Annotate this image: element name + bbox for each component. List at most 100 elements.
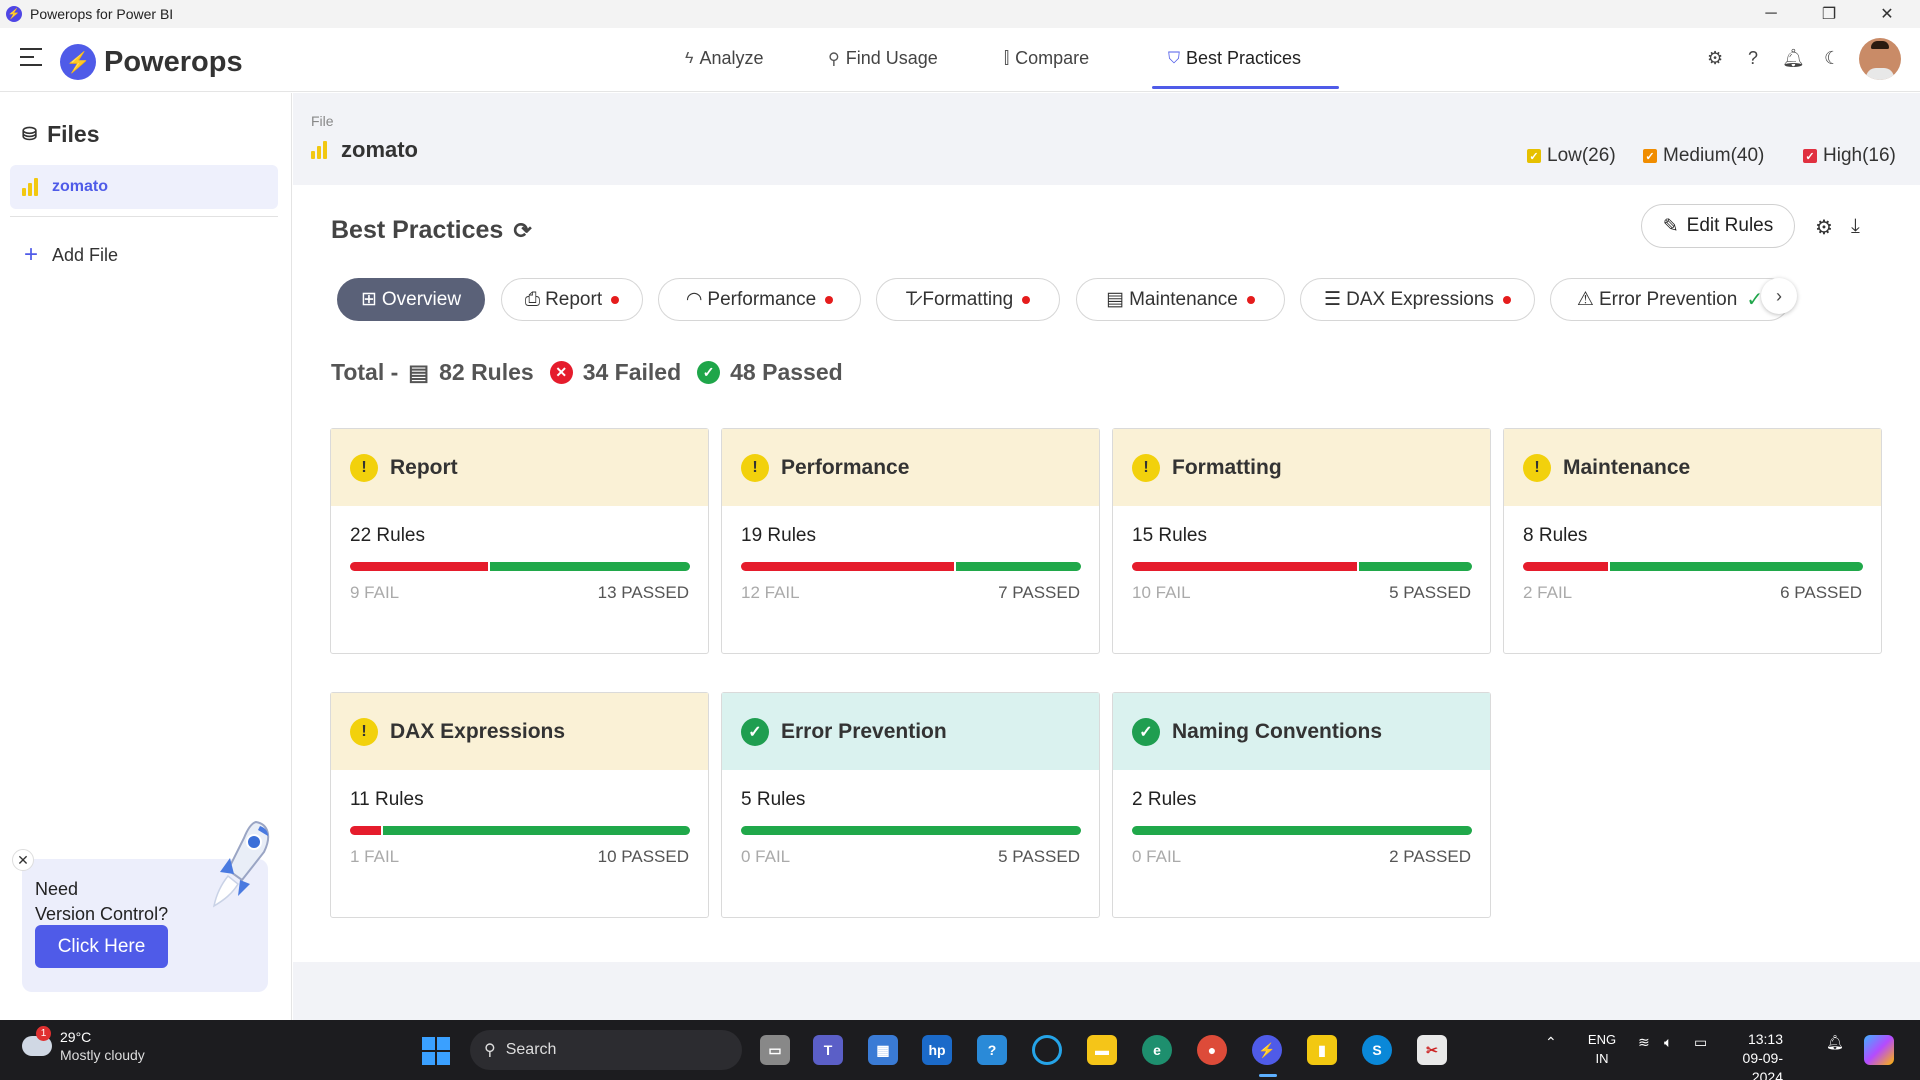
moon-icon[interactable]: ☾ [1824,48,1840,69]
card-rules-count: 22 Rules [350,525,425,546]
chrome-icon[interactable]: ● [1197,1035,1227,1065]
chevron-up-icon[interactable]: ⌃ [1545,1034,1557,1051]
plus-icon: + [24,241,39,268]
powerops-logo-icon: ⚡ [60,44,96,80]
pass-segment [1359,562,1472,571]
progress-bar [741,562,1081,571]
tabs-scroll-right-button[interactable]: › [1761,278,1797,314]
windows-start-icon[interactable] [422,1037,450,1065]
card-header: ✓ Error Prevention [722,693,1099,770]
snipping-tool-icon[interactable]: ✂ [1417,1035,1447,1065]
file-name-label: zomato [341,137,418,162]
tab-formatting[interactable]: T̷ Formatting [876,278,1060,321]
settings-icon[interactable]: ⚙ [1815,215,1833,240]
hamburger-menu-icon[interactable] [20,48,42,66]
tab-error-prevention-label: Error Prevention [1598,288,1738,310]
window-title: Powerops for Power BI [30,6,174,22]
close-window-button[interactable]: ✕ [1864,0,1910,28]
fail-dot-icon [611,295,620,304]
edge-icon[interactable]: e [1142,1035,1172,1065]
powerbi-icon[interactable]: ▮ [1307,1035,1337,1065]
powerops-taskbar-icon[interactable]: ⚡ [1252,1035,1282,1065]
tab-dax-expressions[interactable]: ☰ DAX Expressions [1300,278,1535,321]
file-item-label: zomato [52,178,108,195]
nav-find-usage-label: Find Usage [845,48,938,68]
warning-icon: ⚠ [1576,289,1594,310]
help-app-icon[interactable]: ? [977,1035,1007,1065]
teams-icon[interactable]: T [813,1035,843,1065]
card-header: ! DAX Expressions [331,693,708,770]
nav-find-usage[interactable]: ⚲ Find Usage [828,48,938,69]
download-icon[interactable]: ⤓ [1851,215,1860,238]
nav-best-practices[interactable]: ⛉ Best Practices [1168,48,1301,69]
edit-rules-label: Edit Rules [1686,215,1774,236]
restore-button[interactable]: ❐ [1806,0,1852,28]
fail-count: 12 FAIL [741,583,800,602]
click-here-button[interactable]: Click Here [35,925,168,968]
store-icon[interactable]: ▦ [868,1035,898,1065]
category-tabs: ⊞ Overview ⎙ Report ◠ Performance T̷ For… [337,278,1827,328]
volume-icon[interactable]: 🔈︎ [1664,1034,1672,1051]
sliders-icon[interactable]: ⚙ [1707,48,1723,69]
taskbar-search-label: Search [505,1041,557,1058]
category-card-naming-conventions[interactable]: ✓ Naming Conventions 2 Rules 0 FAIL 2 PA… [1112,692,1491,918]
add-file-button[interactable]: + Add File [24,241,118,269]
compare-icon: ⫿ [1004,49,1010,67]
pass-count: 10 PASSED [597,847,689,866]
tab-error-prevention[interactable]: ⚠ Error Prevention ✓ [1550,278,1790,321]
category-card-performance[interactable]: ! Performance 19 Rules 12 FAIL 7 PASSED [721,428,1100,654]
help-icon[interactable]: ? [1748,48,1758,69]
weather-widget[interactable]: 1 29°C Mostly cloudy [22,1026,145,1064]
system-clock[interactable]: 13:13 09-09-2024 [1735,1030,1783,1080]
fail-dot-icon [825,295,834,304]
card-rules-count: 8 Rules [1523,525,1588,546]
notifications-bell-icon[interactable]: 🔔︎ [1826,1034,1844,1051]
cortana-icon[interactable] [1032,1035,1062,1065]
legend-low[interactable]: ✓ Low(26) [1527,145,1616,167]
nav-compare[interactable]: ⫿ Compare [1004,48,1089,69]
refresh-icon[interactable]: ⟳ [513,218,531,244]
category-card-error-prevention[interactable]: ✓ Error Prevention 5 Rules 0 FAIL 5 PASS… [721,692,1100,918]
user-avatar[interactable] [1859,38,1901,80]
copilot-icon[interactable] [1864,1035,1894,1065]
legend-medium-label: Medium(40) [1663,145,1765,166]
totals-prefix: Total - [331,359,399,385]
wifi-icon[interactable]: ≋ [1638,1034,1650,1051]
file-explorer-icon[interactable]: ▬ [1087,1035,1117,1065]
tab-performance[interactable]: ◠ Performance [658,278,861,321]
nav-analyze[interactable]: ϟ Analyze [685,48,764,69]
active-nav-indicator [1152,86,1339,89]
taskbar-search[interactable]: ⚲ Search [470,1030,742,1070]
minimize-button[interactable]: ─ [1748,0,1794,28]
powerops-app-icon: ⚡ [6,6,22,22]
legend-high-label: High(16) [1823,145,1896,166]
file-item-zomato[interactable]: zomato [10,165,278,209]
tab-maintenance-label: Maintenance [1129,288,1238,310]
tab-report-label: Report [545,288,603,310]
battery-icon[interactable]: ▭ [1694,1034,1707,1051]
top-navigation: ⚡ Powerops ϟ Analyze ⚲ Find Usage ⫿ Comp… [0,28,1920,92]
edit-rules-button[interactable]: ✎ Edit Rules [1641,204,1795,248]
task-view-icon[interactable]: ▭ [760,1035,790,1065]
promo-close-icon[interactable]: ✕ [12,849,34,871]
myhp-icon[interactable]: hp [922,1035,952,1065]
tab-overview[interactable]: ⊞ Overview [337,278,485,321]
skype-icon[interactable]: S [1362,1035,1392,1065]
tab-report[interactable]: ⎙ Report [501,278,643,321]
tab-maintenance[interactable]: ▤ Maintenance [1076,278,1285,321]
gauge-icon: ◠ [685,289,703,310]
bell-icon[interactable]: 🔔︎ [1782,48,1805,69]
category-card-maintenance[interactable]: ! Maintenance 8 Rules 2 FAIL 6 PASSED [1503,428,1882,654]
language-indicator[interactable]: ENG IN [1584,1030,1620,1068]
nav-analyze-label: Analyze [699,48,764,68]
legend-high[interactable]: ✓ High(16) [1803,145,1896,167]
tab-overview-label: Overview [381,288,462,310]
legend-medium[interactable]: ✓ Medium(40) [1643,145,1764,167]
category-card-dax-expressions[interactable]: ! DAX Expressions 11 Rules 1 FAIL 10 PAS… [330,692,709,918]
add-file-label: Add File [52,244,119,265]
files-sidebar: ⛁ Files zomato + Add File ✕ Need Version… [0,93,292,1020]
category-card-report[interactable]: ! Report 22 Rules 9 FAIL 13 PASSED [330,428,709,654]
category-card-formatting[interactable]: ! Formatting 15 Rules 10 FAIL 5 PASSED [1112,428,1491,654]
card-rules-count: 11 Rules [350,789,424,810]
promo-line-2: Version Control? [35,904,169,924]
